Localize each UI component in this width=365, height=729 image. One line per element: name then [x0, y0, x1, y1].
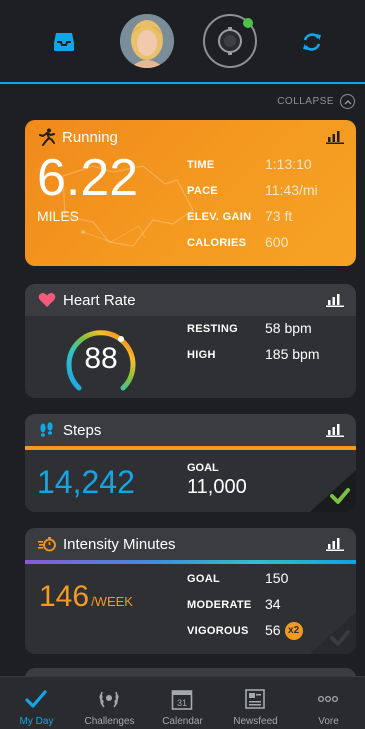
running-card[interactable]: Running 6.22 MILES TIME 1:13:10 PACE 11:…	[25, 120, 356, 266]
intensity-minutes-card[interactable]: Intensity Minutes 146/WEEK GOAL 150 MODE…	[25, 528, 356, 654]
nav-label: My Day	[19, 716, 54, 727]
intensity-title: Intensity Minutes	[63, 536, 176, 553]
device-button[interactable]	[203, 14, 257, 68]
steps-progress-bar	[25, 446, 356, 450]
collapse-label: COLLAPSE	[277, 96, 334, 107]
stat-value: 34	[265, 596, 281, 612]
stat-row: HIGH 185 bpm	[187, 346, 356, 366]
steps-header: Steps	[25, 414, 356, 446]
stat-value: 56 x2	[265, 622, 303, 641]
steps-card[interactable]: Steps 14,242 GOAL 11,000	[25, 414, 356, 512]
nav-label: Vore	[318, 716, 339, 727]
intensity-progress-bar	[25, 560, 356, 564]
stat-value: 73 ft	[265, 208, 293, 224]
profile-photo	[120, 14, 174, 68]
calendar-day: 31	[177, 698, 187, 708]
sync-icon	[303, 33, 321, 51]
app-root: COLLAPSE Running 6.22 MILES TIME 1:13:10…	[0, 0, 365, 729]
heart-rate-card[interactable]: Heart Rate 88 RESTING 58 bpm HIGH 185 bp…	[25, 284, 356, 398]
stat-value: 1:13:10	[265, 156, 312, 172]
stat-label: HIGH	[187, 349, 216, 361]
heart-rate-title: Heart Rate	[63, 292, 136, 309]
nav-label: Challenges	[84, 716, 135, 727]
stat-value: 58 bpm	[265, 320, 312, 336]
heart-rate-value: 88	[84, 342, 118, 375]
watch-icon	[218, 27, 242, 55]
avatar[interactable]	[120, 14, 174, 68]
stat-row: GOAL 150	[187, 570, 356, 590]
steps-goal-value: 11,000	[187, 476, 247, 498]
stat-value: 600	[265, 234, 289, 250]
bar-chart-icon[interactable]	[326, 293, 344, 307]
heart-icon	[38, 293, 56, 307]
check-icon	[25, 690, 47, 708]
stat-value: 150	[265, 570, 289, 586]
sync-button[interactable]	[292, 22, 332, 62]
stat-row: CALORIES 600	[187, 234, 356, 254]
steps-goal-label: GOAL	[187, 462, 219, 474]
running-distance: 6.22	[37, 149, 139, 207]
stat-label: RESTING	[187, 323, 238, 335]
nav-calendar[interactable]: 31 Calendar	[146, 681, 219, 729]
nav-challenges[interactable]: Challenges	[73, 681, 146, 729]
goal-corner-icon	[310, 612, 356, 654]
device-connected-indicator	[243, 18, 253, 28]
nav-newsfeed[interactable]: Newsfeed	[219, 681, 292, 729]
intensity-value-unit: /WEEK	[91, 594, 133, 609]
stat-value: 185 bpm	[265, 346, 320, 362]
chevron-up-icon	[340, 94, 355, 109]
nav-label: Newsfeed	[233, 716, 278, 727]
more-icon	[317, 695, 339, 703]
steps-title: Steps	[63, 422, 102, 439]
footprints-icon	[40, 422, 53, 437]
nav-label: Calendar	[162, 716, 203, 727]
steps-value: 14,242	[37, 464, 135, 500]
stat-row: RESTING 58 bpm	[187, 320, 356, 340]
bar-chart-icon[interactable]	[326, 423, 344, 437]
stat-label: VIGOROUS	[187, 625, 249, 637]
running-title: Running	[39, 128, 118, 146]
running-title-label: Running	[62, 128, 118, 146]
stat-row: ELEV. GAIN 73 ft	[187, 208, 356, 228]
intensity-header: Intensity Minutes	[25, 528, 356, 560]
bar-chart-icon[interactable]	[326, 537, 344, 551]
intensity-value: 146/WEEK	[39, 580, 133, 614]
inbox-icon	[54, 33, 74, 51]
bottom-nav: My Day Challenges 31 Calendar Newsfeed V…	[0, 676, 365, 729]
running-distance-unit: MILES	[37, 208, 80, 224]
vigorous-value: 56	[265, 622, 281, 638]
calendar-icon: 31	[171, 690, 193, 710]
runner-icon	[39, 128, 55, 146]
heart-rate-header: Heart Rate	[25, 284, 356, 316]
stat-label: GOAL	[187, 573, 220, 585]
multiplier-badge: x2	[284, 622, 303, 641]
goal-met-check-icon	[310, 470, 356, 512]
intensity-value-number: 146	[39, 580, 90, 613]
newsfeed-icon	[245, 689, 265, 709]
stopwatch-icon	[38, 537, 56, 552]
bar-chart-icon[interactable]	[326, 130, 344, 144]
top-bar	[0, 0, 365, 84]
stat-row: TIME 1:13:10	[187, 156, 356, 176]
stat-label: ELEV. GAIN	[187, 211, 252, 223]
stat-label: TIME	[187, 159, 215, 171]
stat-value: 11:43/mi	[265, 182, 318, 198]
stat-label: MODERATE	[187, 599, 252, 611]
inbox-button[interactable]	[44, 22, 84, 62]
laurel-icon	[99, 691, 119, 708]
stat-label: PACE	[187, 185, 218, 197]
stat-label: CALORIES	[187, 237, 247, 249]
stat-row: PACE 11:43/mi	[187, 182, 356, 202]
nav-my-day[interactable]: My Day	[0, 681, 73, 729]
collapse-button[interactable]: COLLAPSE	[277, 94, 355, 109]
nav-more[interactable]: Vore	[292, 681, 365, 729]
